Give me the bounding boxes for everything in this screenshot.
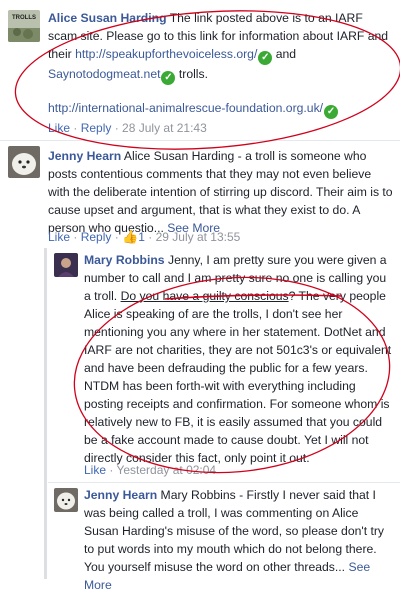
verified-check-icon: ✓ [258, 51, 273, 65]
comment-text: Jenny Hearn Mary Robbins - Firstly I nev… [84, 486, 396, 594]
comment-actions: Like · Yesterday at 02:04 [84, 463, 217, 477]
verified-check-icon: ✓ [161, 71, 176, 85]
dog-avatar-image [54, 488, 78, 512]
comment-link-line: http://international-animalrescue-founda… [48, 99, 393, 119]
avatar[interactable] [8, 146, 40, 178]
timestamp[interactable]: Yesterday at 02:04 [116, 463, 216, 477]
dog-avatar-image [8, 146, 40, 178]
comment-text-part: and [275, 47, 297, 61]
avatar[interactable] [54, 488, 78, 512]
reply-link[interactable]: Reply [81, 230, 112, 244]
trolls-avatar-image: TROLLS [8, 10, 40, 42]
comment-author[interactable]: Alice Susan Harding [48, 11, 167, 25]
mary-avatar-image [54, 253, 78, 277]
comment-author[interactable]: Jenny Hearn [84, 488, 157, 502]
comment-link[interactable]: http://international-animalrescue-founda… [48, 101, 323, 115]
underlined-phrase: Do you have a guilty conscious [120, 289, 289, 303]
divider [0, 140, 400, 141]
comment-link[interactable]: Saynotodogmeat.net [48, 67, 160, 81]
comment-link[interactable]: http://speakupforthevoiceless.org/ [75, 47, 257, 61]
comment-body: ? The very people Alice is speaking of a… [84, 289, 392, 465]
like-link[interactable]: Like [48, 121, 70, 135]
reply-thread-bar [44, 248, 47, 579]
like-count[interactable]: 1 [138, 230, 145, 244]
verified-check-icon: ✓ [324, 105, 339, 119]
comment-text: Alice Susan Harding The link posted abov… [48, 9, 393, 85]
like-link[interactable]: Like [84, 463, 106, 477]
comment-actions: Like · Reply · 28 July at 21:43 [48, 121, 207, 135]
avatar[interactable] [54, 253, 78, 277]
comment-author[interactable]: Jenny Hearn [48, 149, 121, 163]
avatar[interactable]: TROLLS [8, 10, 40, 42]
comment-author[interactable]: Mary Robbins [84, 253, 165, 267]
like-thumb-icon[interactable]: 👍 [122, 229, 138, 244]
divider [48, 482, 400, 483]
comment-text: Mary Robbins Jenny, I am pretty sure you… [84, 251, 396, 467]
comment-text: Jenny Hearn Alice Susan Harding - a trol… [48, 147, 393, 237]
reply-link[interactable]: Reply [81, 121, 112, 135]
like-link[interactable]: Like [48, 230, 70, 244]
comment-actions: Like · Reply · 👍1 · 29 July at 13:55 [48, 229, 241, 244]
timestamp[interactable]: 29 July at 13:55 [156, 230, 241, 244]
timestamp[interactable]: 28 July at 21:43 [122, 121, 207, 135]
comment-text-part: trolls. [178, 67, 208, 81]
avatar-label: TROLLS [12, 15, 36, 21]
